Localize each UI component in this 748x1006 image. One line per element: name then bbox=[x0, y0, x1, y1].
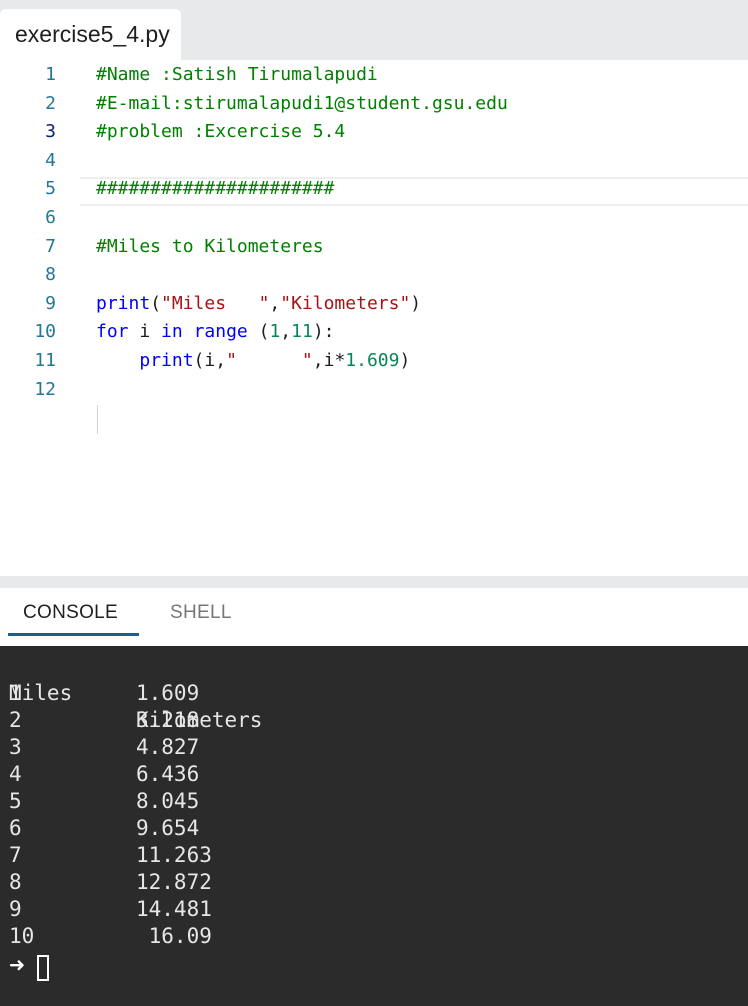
indent-guide bbox=[97, 405, 98, 434]
code-line[interactable]: 6 bbox=[0, 203, 748, 232]
console-row-miles: 8 bbox=[9, 870, 22, 894]
console-row-miles: 7 bbox=[9, 843, 22, 867]
code-token: #problem :Excercise 5.4 bbox=[96, 121, 346, 143]
code-token: ,i* bbox=[312, 350, 346, 371]
code-token: i bbox=[128, 321, 162, 343]
code-token: "Miles " bbox=[161, 292, 270, 314]
file-tab-exercise5-4[interactable]: exercise5_4.py bbox=[0, 9, 181, 60]
prompt-arrow-icon: ➜ bbox=[9, 951, 25, 981]
console-row-km: 14.481 bbox=[136, 897, 212, 921]
code-token: range bbox=[193, 321, 248, 343]
code-token: 1.609 bbox=[345, 350, 400, 371]
line-number: 8 bbox=[45, 264, 56, 286]
line-number: 5 bbox=[45, 178, 56, 200]
code-line[interactable]: 9 print("Miles ","Kilometers") bbox=[0, 289, 748, 318]
code-text: #Name :Satish Tirumalapudi bbox=[96, 60, 378, 89]
console-row-miles: 1 bbox=[9, 681, 22, 705]
console-row-km: 6.436 bbox=[136, 762, 200, 786]
code-line[interactable]: 1 #Name :Satish Tirumalapudi bbox=[0, 60, 748, 89]
line-number: 7 bbox=[45, 235, 56, 257]
code-text: #problem :Excercise 5.4 bbox=[96, 117, 345, 146]
line-number: 11 bbox=[34, 350, 56, 371]
editor-tab-strip: exercise5_4.py bbox=[0, 0, 748, 60]
console-header-line: Miles Kilometers bbox=[9, 653, 262, 732]
console-row-km: 9.654 bbox=[136, 816, 200, 840]
code-line[interactable]: 8 bbox=[0, 260, 748, 289]
line-number: 12 bbox=[34, 378, 56, 400]
code-token: ( bbox=[150, 292, 162, 314]
console-row-miles: 5 bbox=[9, 789, 22, 813]
code-token: print bbox=[96, 292, 151, 314]
console-tab-bar: CONSOLE SHELL bbox=[0, 588, 748, 646]
console-row-miles: 9 bbox=[9, 897, 22, 921]
code-text: for i in range (1,11): bbox=[96, 317, 335, 346]
code-token: ) bbox=[399, 350, 411, 371]
code-token: (i, bbox=[193, 350, 227, 371]
code-line[interactable]: 11 print(i," ",i*1.609) bbox=[0, 346, 748, 375]
code-line[interactable]: 10 for i in range (1,11): bbox=[0, 317, 748, 346]
code-token: ###################### bbox=[96, 178, 335, 200]
code-line[interactable]: 2 #E-mail:stirumalapudi1@student.gsu.edu bbox=[0, 89, 748, 118]
console-row-miles: 2 bbox=[9, 708, 22, 732]
line-number: 3 bbox=[45, 121, 56, 143]
code-token: #Name :Satish Tirumalapudi bbox=[96, 64, 378, 85]
line-number: 1 bbox=[45, 64, 56, 85]
line-number: 2 bbox=[45, 92, 56, 114]
code-token: #E-mail:stirumalapudi1@student.gsu.edu bbox=[96, 92, 508, 114]
code-line[interactable]: 4 bbox=[0, 146, 748, 175]
tab-console[interactable]: CONSOLE bbox=[23, 602, 118, 624]
line-number: 9 bbox=[45, 292, 56, 314]
tab-shell[interactable]: SHELL bbox=[170, 602, 232, 624]
code-line[interactable]: 12 bbox=[0, 375, 748, 404]
text-cursor bbox=[37, 955, 49, 981]
panel-divider[interactable] bbox=[0, 576, 748, 588]
code-token: , bbox=[269, 292, 281, 314]
console-row-miles: 3 bbox=[9, 735, 22, 759]
code-token: 11 bbox=[291, 321, 313, 343]
line-number: 10 bbox=[34, 321, 56, 343]
console-row-km: 8.045 bbox=[136, 789, 200, 813]
code-text: #E-mail:stirumalapudi1@student.gsu.edu bbox=[96, 89, 508, 118]
console-row-km: 4.827 bbox=[136, 735, 200, 759]
code-text: ###################### bbox=[96, 174, 334, 203]
code-token: " " bbox=[226, 350, 313, 371]
code-text: print(i," ",i*1.609) bbox=[96, 346, 410, 375]
code-token: 1 bbox=[269, 321, 281, 343]
code-token: in bbox=[161, 321, 183, 343]
console-row-km: 3.218 bbox=[136, 708, 200, 732]
code-token: print bbox=[139, 350, 194, 371]
file-tab-label: exercise5_4.py bbox=[15, 21, 170, 47]
active-tab-underline bbox=[8, 633, 139, 636]
code-token: for bbox=[96, 321, 129, 343]
console-output[interactable]: Miles Kilometers 1 1.609 2 3.218 3 4.827 4 6.43… bbox=[0, 646, 748, 1006]
code-token: ( bbox=[247, 321, 270, 343]
code-text: #Miles to Kilometeres bbox=[96, 232, 324, 261]
console-row-km: 11.263 bbox=[136, 843, 212, 867]
console-row-km: 12.872 bbox=[136, 870, 212, 894]
code-token: , bbox=[280, 321, 292, 343]
code-line[interactable]: 7 #Miles to Kilometeres bbox=[0, 232, 748, 261]
code-line[interactable]: 5 ###################### bbox=[0, 174, 748, 203]
console-row-km: 1.609 bbox=[136, 681, 200, 705]
code-line[interactable]: 3 #problem :Excercise 5.4 bbox=[0, 117, 748, 146]
console-row-miles: 10 bbox=[9, 924, 35, 948]
code-text: print("Miles ","Kilometers") bbox=[96, 289, 421, 318]
code-token: ): bbox=[312, 321, 335, 343]
line-number: 6 bbox=[45, 207, 56, 228]
console-row-miles: 6 bbox=[9, 816, 22, 840]
code-token: "Kilometers" bbox=[280, 292, 411, 314]
code-editor[interactable]: 1 #Name :Satish Tirumalapudi 2 #E-mail:stir… bbox=[0, 60, 748, 576]
console-row-km: 16.09 bbox=[136, 924, 212, 948]
code-token: #Miles to Kilometeres bbox=[96, 235, 324, 257]
console-row-miles: 4 bbox=[9, 762, 22, 786]
line-number: 4 bbox=[45, 149, 56, 171]
code-token: ) bbox=[410, 292, 422, 314]
